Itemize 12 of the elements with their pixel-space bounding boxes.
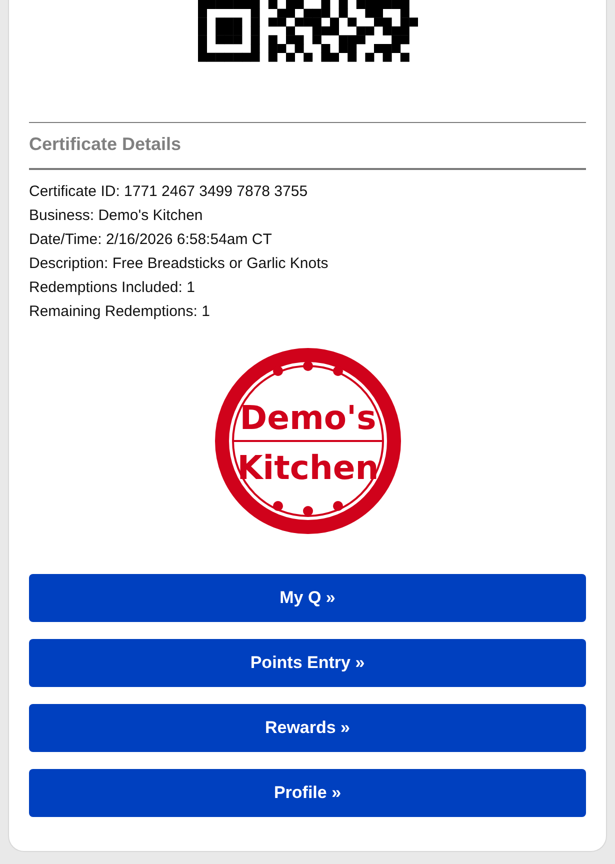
nav-button[interactable]: My Q »	[29, 574, 586, 622]
detail-line: Business: Demo's Kitchen	[29, 206, 204, 226]
section-title: Certificate Details	[29, 133, 182, 156]
nav-button[interactable]: Profile »	[29, 769, 586, 817]
detail-line: Description: Free Breadsticks or Garlic Knots	[29, 254, 330, 274]
detail-line: Redemptions Included: 1	[29, 278, 196, 298]
nav-button[interactable]: Points Entry »	[29, 639, 586, 687]
detail-line: Remaining Redemptions: 1	[29, 302, 211, 322]
detail-line: Date/Time: 2/16/2026 6:58:54am CT	[29, 230, 273, 250]
detail-line: Certificate ID: 1771 2467 3499 7878 3755	[29, 182, 309, 202]
nav-button[interactable]: Rewards »	[29, 704, 586, 752]
kitchen-logo: Demo's Kitchen	[212, 346, 402, 536]
